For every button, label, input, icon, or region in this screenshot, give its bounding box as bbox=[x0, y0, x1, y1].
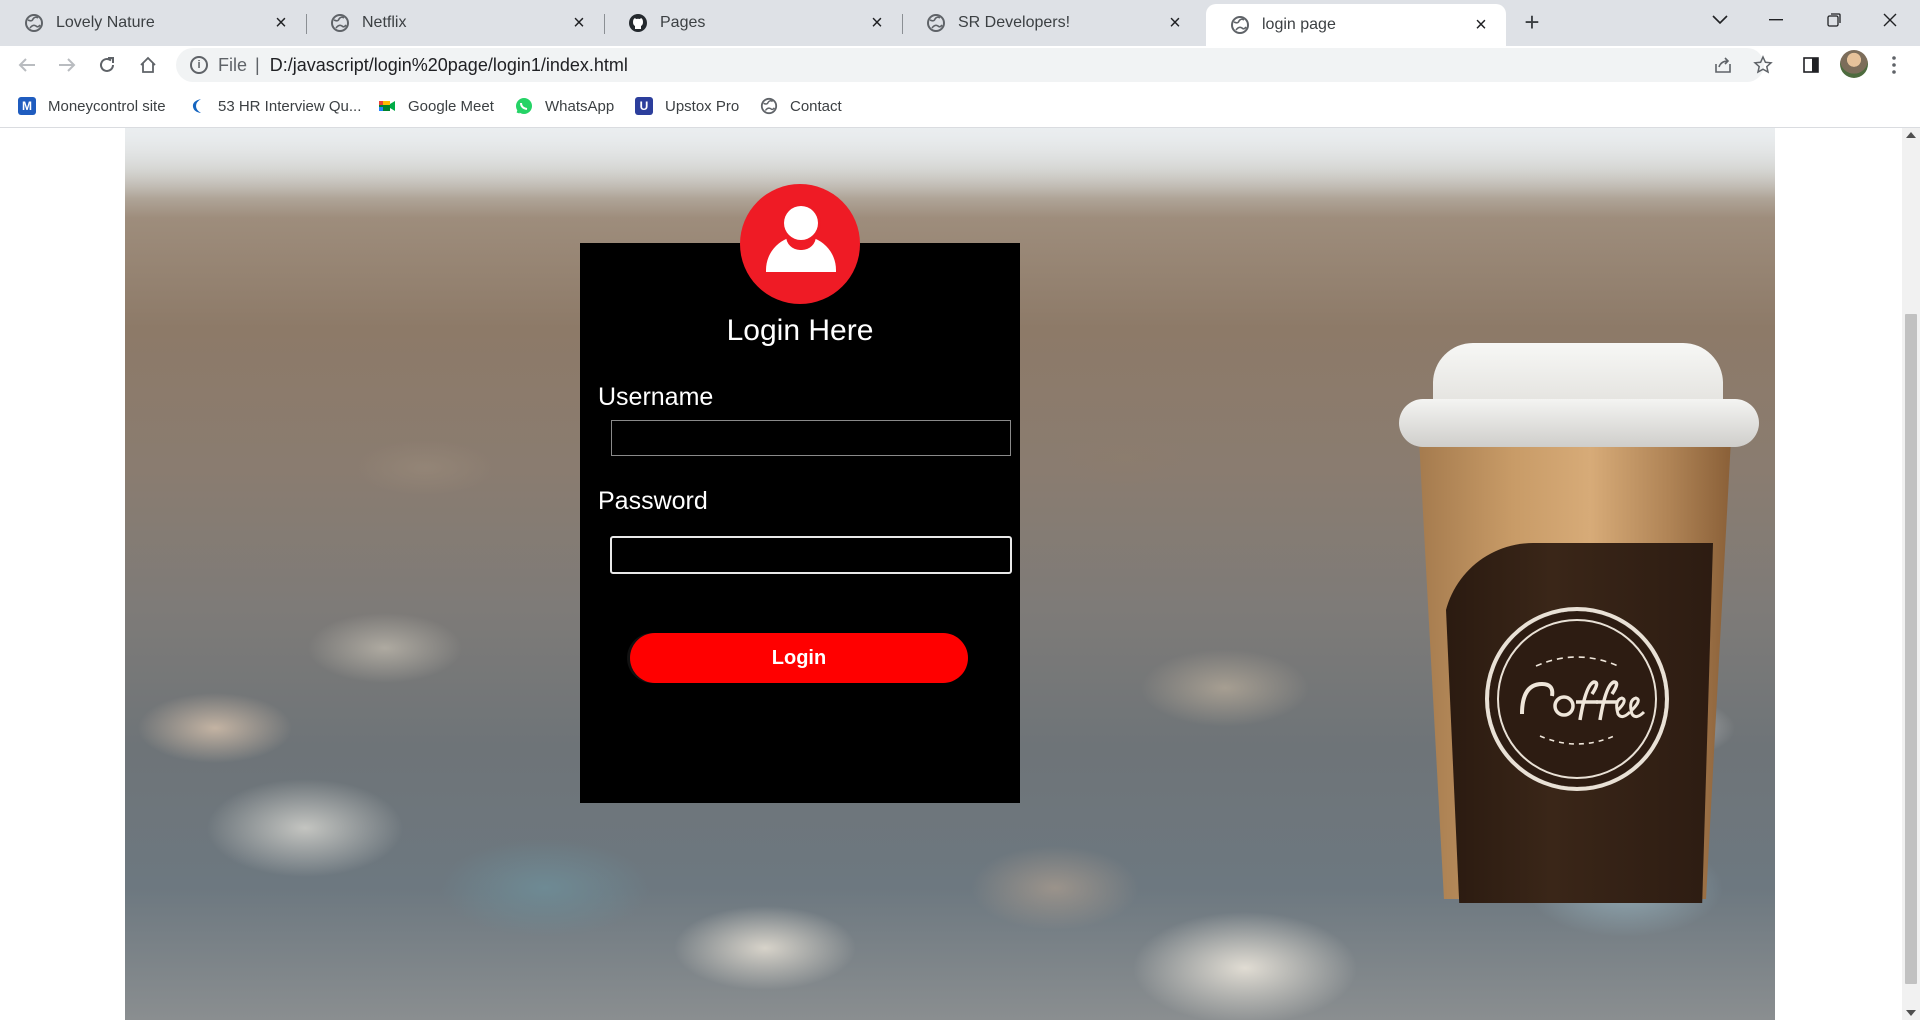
arrow-left-icon bbox=[18, 58, 35, 72]
info-icon[interactable]: i bbox=[190, 56, 208, 74]
bookmark-label: WhatsApp bbox=[545, 97, 615, 115]
reload-icon bbox=[100, 57, 114, 72]
background-haze bbox=[125, 128, 1775, 198]
globe-icon bbox=[760, 97, 778, 115]
avatar-head bbox=[784, 206, 818, 240]
globe-icon bbox=[331, 14, 349, 32]
tab-sr-developers[interactable]: SR Developers! × bbox=[902, 4, 1200, 42]
moneycontrol-icon: M bbox=[18, 97, 36, 115]
tab-title: login page bbox=[1262, 16, 1336, 33]
close-tab-icon[interactable]: × bbox=[1164, 12, 1186, 34]
coffee-cup-image bbox=[1393, 343, 1775, 903]
profile-avatar[interactable] bbox=[1840, 50, 1868, 78]
bookmark-label: Contact bbox=[790, 97, 842, 115]
upstox-icon: U bbox=[635, 97, 653, 115]
bookmark-hr-interview[interactable]: 53 HR Interview Qu... bbox=[188, 94, 361, 118]
restore-icon bbox=[1827, 13, 1841, 27]
arrow-right-icon bbox=[59, 58, 76, 72]
chevron-down-icon bbox=[1712, 15, 1728, 25]
share-button[interactable] bbox=[1712, 54, 1734, 76]
login-title: Login Here bbox=[726, 314, 874, 347]
close-icon bbox=[1883, 13, 1897, 27]
tab-title: Pages bbox=[660, 14, 706, 31]
address-url[interactable]: D:/javascript/login%20page/login1/index.… bbox=[270, 55, 628, 76]
globe-icon bbox=[1231, 16, 1249, 34]
close-tab-icon[interactable]: × bbox=[1470, 14, 1492, 36]
user-avatar-icon bbox=[740, 184, 860, 304]
share-icon bbox=[1715, 57, 1731, 73]
page-viewport: Login Here Username Password Login bbox=[0, 128, 1902, 1020]
close-tab-icon[interactable]: × bbox=[270, 12, 292, 34]
home-button[interactable] bbox=[133, 50, 163, 80]
bookmark-label: 53 HR Interview Qu... bbox=[218, 97, 362, 115]
side-panel-button[interactable] bbox=[1800, 54, 1822, 76]
address-separator: | bbox=[255, 54, 260, 75]
username-input[interactable] bbox=[611, 420, 1011, 456]
username-label: Username bbox=[598, 383, 714, 411]
minimize-button[interactable] bbox=[1748, 0, 1804, 40]
tab-netflix[interactable]: Netflix × bbox=[306, 4, 605, 42]
bookmark-upstox[interactable]: U Upstox Pro bbox=[635, 94, 739, 118]
tab-strip: Lovely Nature × Netflix × Pages × SR Dev… bbox=[0, 0, 1920, 46]
close-tab-icon[interactable]: × bbox=[568, 12, 590, 34]
bookmark-moneycontrol[interactable]: M Moneycontrol site bbox=[18, 94, 166, 118]
home-icon bbox=[140, 56, 156, 73]
browser-menu-button[interactable] bbox=[1884, 52, 1904, 78]
tab-title: Netflix bbox=[362, 14, 407, 31]
restore-button[interactable] bbox=[1806, 0, 1862, 40]
tab-pages[interactable]: Pages × bbox=[604, 4, 903, 42]
reload-button[interactable] bbox=[92, 50, 122, 80]
close-window-button[interactable] bbox=[1862, 0, 1918, 40]
forward-button[interactable] bbox=[52, 50, 82, 80]
bookmark-star-button[interactable] bbox=[1752, 54, 1774, 76]
google-meet-icon bbox=[379, 101, 395, 111]
password-input[interactable] bbox=[610, 536, 1012, 574]
cup-lid-rim bbox=[1399, 399, 1759, 447]
bookmark-google-meet[interactable]: Google Meet bbox=[378, 94, 494, 118]
tab-login-page[interactable]: login page × bbox=[1206, 4, 1506, 46]
scrollbar-thumb[interactable] bbox=[1905, 314, 1917, 984]
page-scrollbar[interactable] bbox=[1902, 128, 1920, 1020]
bookmarks-bar: M Moneycontrol site 53 HR Interview Qu..… bbox=[0, 84, 1920, 128]
bookmark-label: Moneycontrol site bbox=[48, 97, 166, 115]
tab-title: Lovely Nature bbox=[56, 14, 155, 31]
indiabix-icon bbox=[192, 99, 201, 113]
side-panel-icon bbox=[1803, 57, 1819, 73]
bookmark-whatsapp[interactable]: WhatsApp bbox=[515, 94, 614, 118]
tab-title: SR Developers! bbox=[958, 14, 1071, 31]
bookmark-contact[interactable]: Contact bbox=[760, 94, 842, 118]
star-icon bbox=[1753, 55, 1773, 74]
tab-search-button[interactable] bbox=[1692, 0, 1748, 40]
scroll-down-arrow-icon[interactable] bbox=[1906, 1010, 1916, 1016]
browser-toolbar: i File | D:/javascript/login%20page/logi… bbox=[0, 46, 1920, 84]
tab-lovely-nature[interactable]: Lovely Nature × bbox=[0, 4, 307, 42]
globe-icon bbox=[25, 14, 43, 32]
bookmark-label: Google Meet bbox=[408, 97, 494, 115]
scroll-up-arrow-icon[interactable] bbox=[1906, 132, 1916, 138]
login-button[interactable]: Login bbox=[630, 633, 968, 683]
new-tab-button[interactable]: + bbox=[1518, 7, 1546, 37]
coffee-logo-lettering bbox=[1520, 656, 1646, 745]
address-bar[interactable]: i File | D:/javascript/login%20page/logi… bbox=[176, 48, 1764, 82]
address-scheme: File bbox=[218, 54, 248, 75]
password-label: Password bbox=[598, 487, 708, 515]
globe-icon bbox=[927, 14, 945, 32]
github-icon bbox=[629, 14, 647, 32]
back-button[interactable] bbox=[12, 50, 42, 80]
kebab-menu-icon bbox=[1892, 56, 1896, 74]
bookmark-label: Upstox Pro bbox=[665, 97, 740, 115]
whatsapp-icon bbox=[516, 98, 532, 114]
minimize-icon bbox=[1769, 19, 1783, 21]
coffee-logo-badge bbox=[1485, 607, 1669, 791]
close-tab-icon[interactable]: × bbox=[866, 12, 888, 34]
